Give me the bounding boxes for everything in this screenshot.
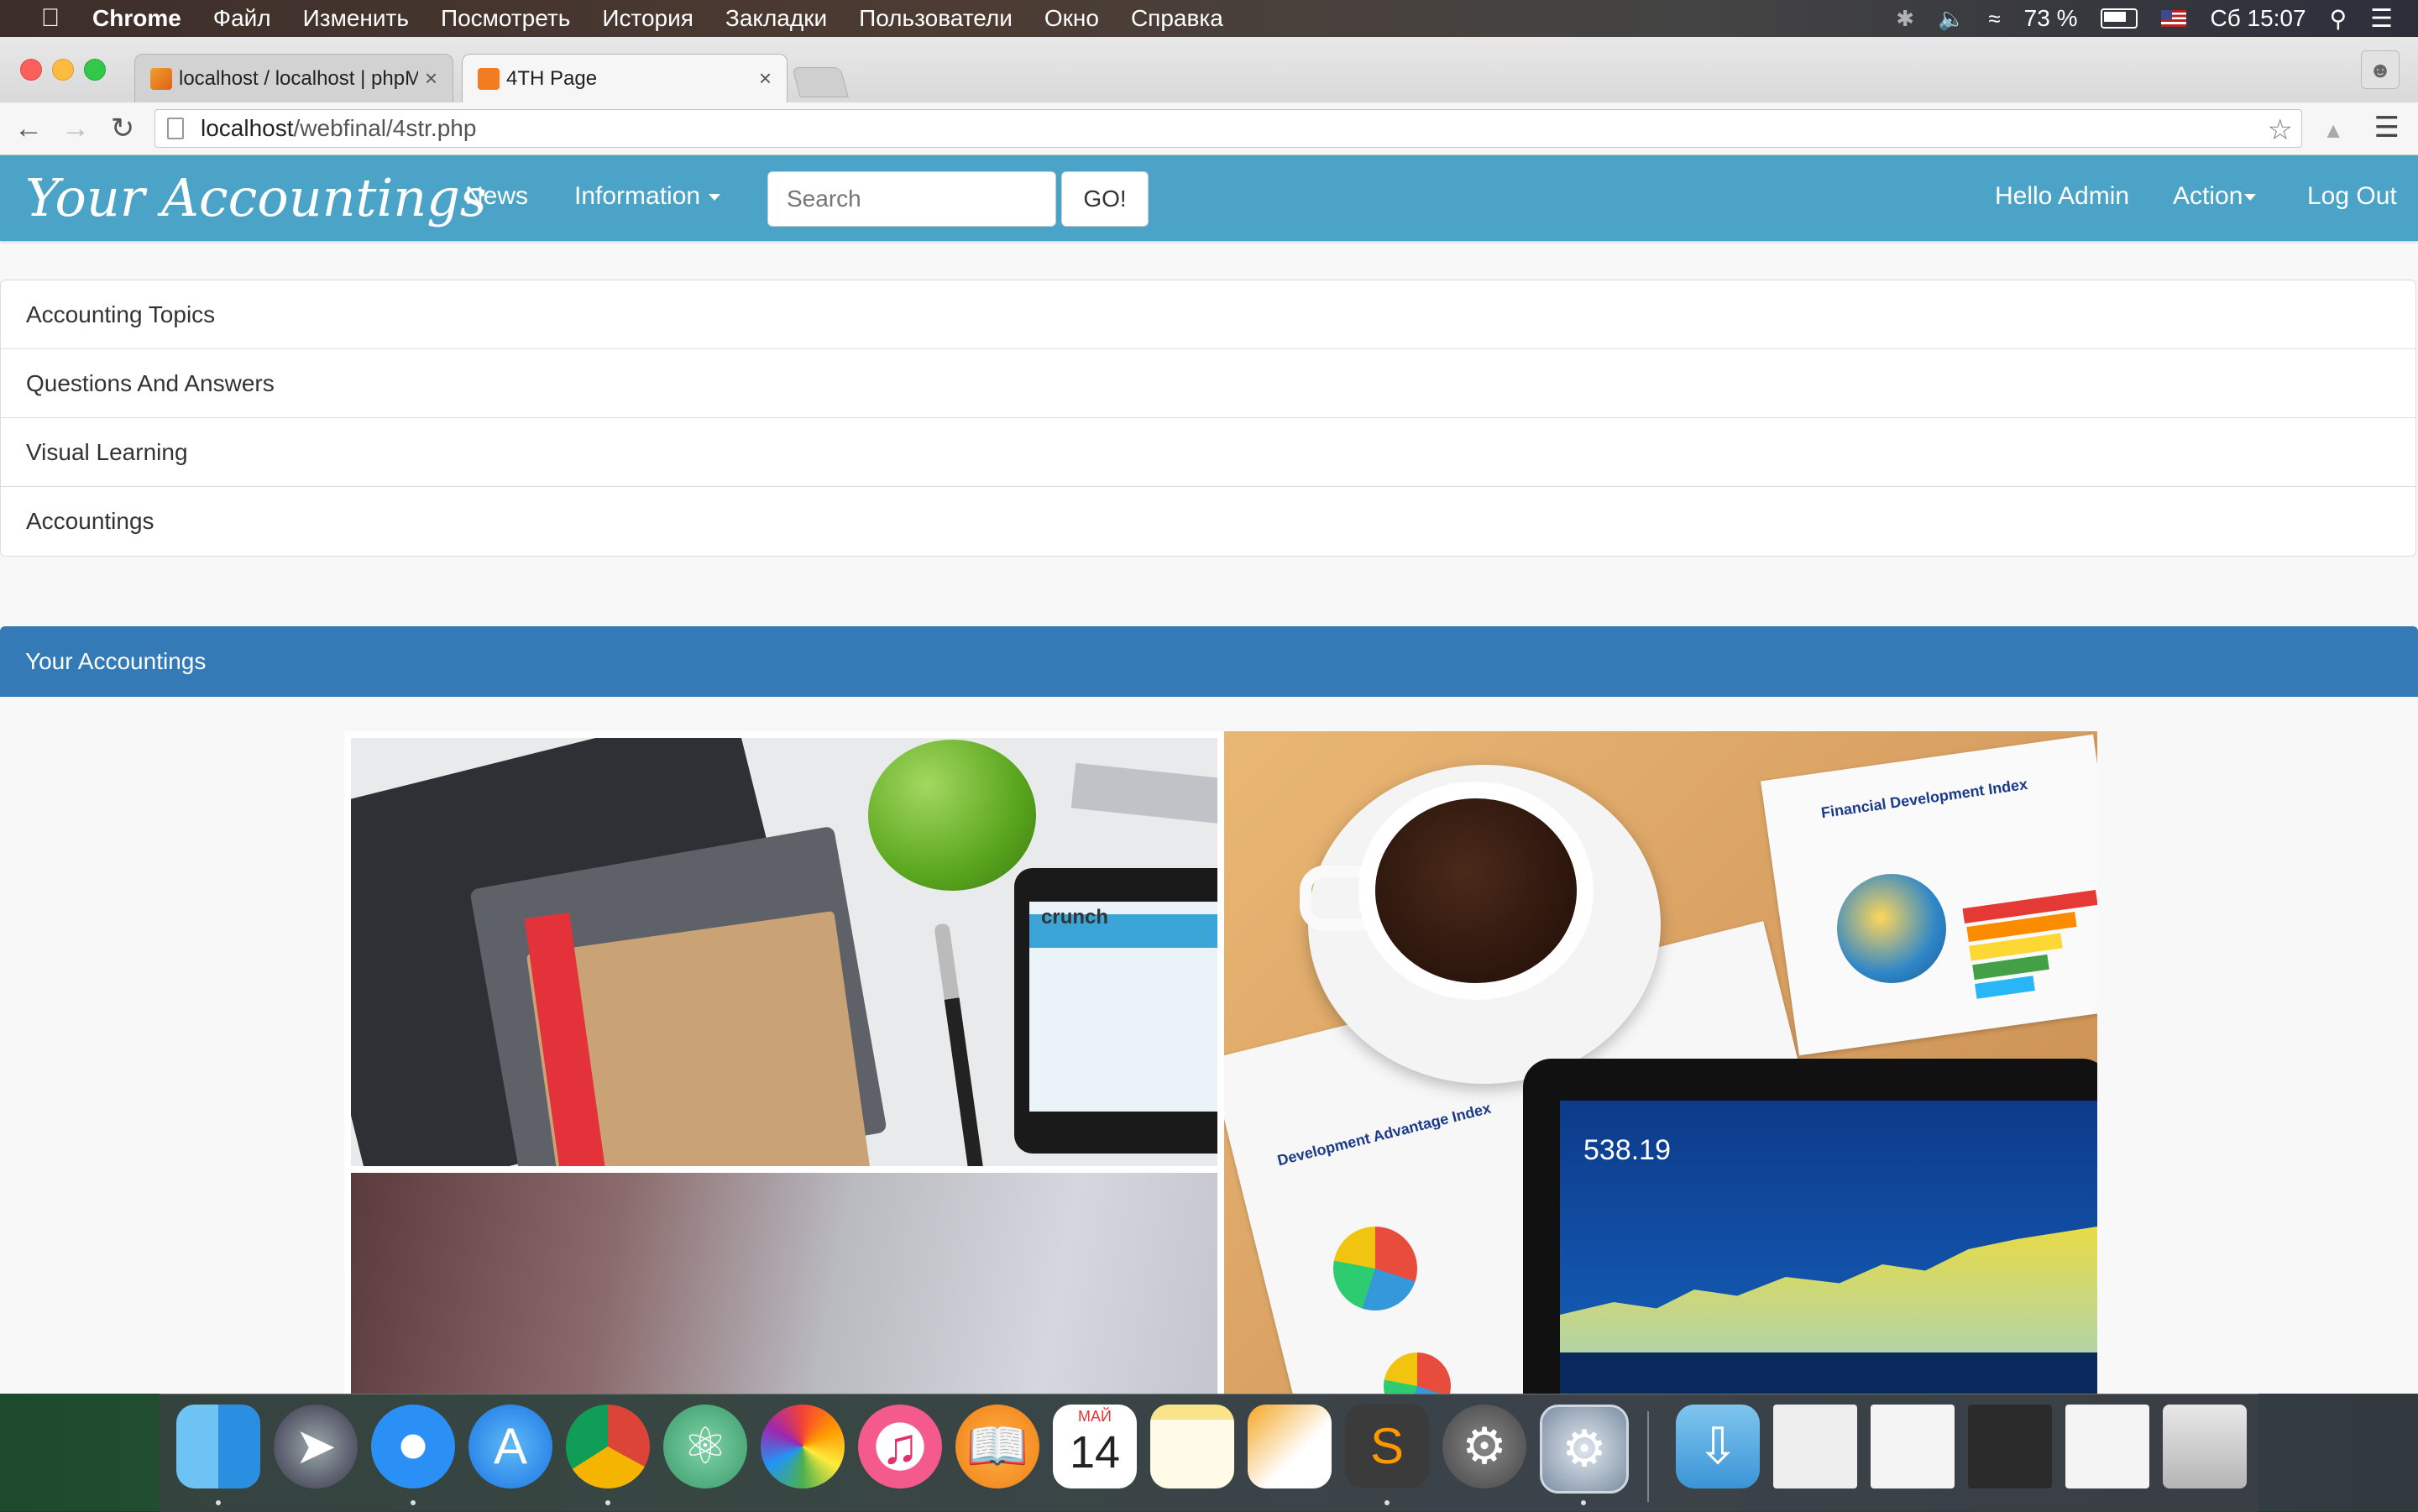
reload-icon[interactable]: ↻ bbox=[104, 112, 141, 145]
input-source-flag-icon[interactable] bbox=[2161, 10, 2187, 27]
volume-icon[interactable]: 🔈 bbox=[1938, 6, 1965, 32]
trash-icon[interactable] bbox=[2163, 1405, 2247, 1488]
notebooks-desk-image: crunch bbox=[351, 738, 1217, 1166]
tab-close-icon[interactable]: × bbox=[425, 65, 437, 92]
tab-title: 4TH Page bbox=[506, 66, 598, 90]
image-collage: crunch Financial Development Index Devel… bbox=[344, 731, 2097, 1394]
page-icon bbox=[167, 118, 184, 139]
panel-heading: Your Accountings bbox=[0, 626, 2418, 697]
list-item-accounting-topics[interactable]: Accounting Topics bbox=[1, 280, 2415, 349]
search-input[interactable] bbox=[767, 171, 1056, 227]
spotlight-search-icon[interactable]: ⚲ bbox=[2330, 5, 2347, 33]
xampp-icon bbox=[478, 67, 500, 90]
nav-news[interactable]: News bbox=[465, 182, 528, 211]
page-viewport: Your Accountings News Information GO! He… bbox=[0, 155, 2418, 1394]
calendar-icon[interactable]: МАЙ 14 bbox=[1053, 1405, 1137, 1488]
tab-strip: localhost / localhost | phpMyAdmin × 4TH… bbox=[0, 37, 2418, 103]
minimize-window-button[interactable] bbox=[52, 59, 74, 81]
tab-title: localhost / localhost | phpMyAdmin bbox=[179, 66, 418, 90]
launchpad-icon[interactable]: ➤ bbox=[274, 1405, 358, 1488]
menu-app-name[interactable]: Chrome bbox=[92, 5, 181, 32]
menubar-clock[interactable]: Сб 15:07 bbox=[2210, 5, 2305, 32]
nav-information-dropdown[interactable]: Information bbox=[574, 182, 721, 211]
app-store-icon[interactable]: A bbox=[468, 1405, 552, 1488]
close-window-button[interactable] bbox=[20, 59, 42, 81]
caret-down-icon bbox=[709, 194, 721, 201]
menu-bookmarks[interactable]: Закладки bbox=[725, 5, 827, 32]
macos-menubar:  Chrome Файл Изменить Посмотреть Истори… bbox=[0, 0, 2418, 37]
minimized-window-thumbnail[interactable] bbox=[1871, 1405, 1955, 1488]
search-go-button[interactable]: GO! bbox=[1061, 171, 1149, 227]
tab-phpmyadmin[interactable]: localhost / localhost | phpMyAdmin × bbox=[134, 54, 453, 102]
new-tab-button[interactable] bbox=[792, 67, 849, 97]
photos-icon[interactable] bbox=[761, 1405, 845, 1488]
coffee-cup bbox=[1375, 798, 1577, 983]
safari-icon[interactable] bbox=[371, 1405, 455, 1488]
chrome-icon[interactable] bbox=[566, 1405, 650, 1488]
caret-down-icon bbox=[2244, 194, 2257, 201]
phpmyadmin-icon bbox=[150, 67, 172, 90]
itunes-icon[interactable]: ♫ bbox=[858, 1405, 942, 1488]
stock-chart-screen: 538.19 bbox=[1560, 1101, 2097, 1394]
menu-help[interactable]: Справка bbox=[1131, 5, 1223, 32]
site-brand[interactable]: Your Accountings bbox=[25, 167, 487, 228]
url-text[interactable]: localhost/webfinal/4str.php bbox=[201, 115, 476, 142]
tablet-brand-text: crunch bbox=[1041, 906, 1109, 929]
browser-toolbar: ← → ↻ localhost/webfinal/4str.php ☆ ▲ ☰ bbox=[0, 102, 2418, 155]
ibooks-icon[interactable]: 📖 bbox=[955, 1405, 1039, 1488]
notification-center-icon[interactable]: ☰ bbox=[2370, 4, 2393, 34]
forward-icon[interactable]: → bbox=[57, 112, 94, 145]
back-icon[interactable]: ← bbox=[10, 112, 47, 145]
pages-icon[interactable] bbox=[1248, 1405, 1332, 1488]
chrome-menu-icon[interactable]: ☰ bbox=[2374, 111, 2400, 144]
laptop-typing-image bbox=[351, 1173, 1217, 1394]
topics-list: Accounting Topics Questions And Answers … bbox=[0, 280, 2416, 557]
bookmark-star-icon[interactable]: ☆ bbox=[2268, 113, 2293, 147]
address-bar[interactable]: localhost/webfinal/4str.php ☆ bbox=[154, 109, 2302, 148]
stock-value: 538.19 bbox=[1583, 1134, 1671, 1166]
list-item-accountings[interactable]: Accountings bbox=[1, 487, 2415, 556]
nav-hello-admin[interactable]: Hello Admin bbox=[1995, 182, 2129, 211]
atom-icon[interactable]: ⚛ bbox=[663, 1405, 747, 1488]
finance-coffee-tablet-image: Financial Development Index Development … bbox=[1224, 731, 2097, 1394]
finder-icon[interactable] bbox=[176, 1405, 260, 1488]
calendar-day: 14 bbox=[1069, 1427, 1121, 1478]
wifi-icon[interactable]: ≈ bbox=[1988, 6, 2000, 32]
menu-people[interactable]: Пользователи bbox=[859, 5, 1013, 32]
browser-window: localhost / localhost | phpMyAdmin × 4TH… bbox=[0, 37, 2418, 1394]
sublime-text-icon[interactable]: S bbox=[1345, 1405, 1429, 1488]
tab-close-icon[interactable]: × bbox=[759, 65, 772, 92]
settings-gear-icon[interactable]: ⚙ bbox=[1540, 1405, 1629, 1494]
bluetooth-icon[interactable]: ✱ bbox=[1896, 6, 1914, 32]
menu-history[interactable]: История bbox=[602, 5, 693, 32]
menu-view[interactable]: Посмотреть bbox=[441, 5, 570, 32]
list-item-questions-answers[interactable]: Questions And Answers bbox=[1, 349, 2415, 418]
minimized-window-thumbnail[interactable] bbox=[2065, 1405, 2149, 1488]
extension-icon[interactable]: ▲ bbox=[2322, 118, 2344, 144]
system-preferences-icon[interactable]: ⚙ bbox=[1442, 1405, 1526, 1488]
site-navbar: Your Accountings News Information GO! He… bbox=[0, 155, 2418, 241]
menu-file[interactable]: Файл bbox=[213, 5, 271, 32]
battery-icon[interactable] bbox=[2101, 8, 2138, 29]
menu-edit[interactable]: Изменить bbox=[303, 5, 409, 32]
minimized-window-thumbnail[interactable] bbox=[1968, 1405, 2052, 1488]
nav-action-dropdown[interactable]: Action bbox=[2173, 182, 2257, 211]
zoom-window-button[interactable] bbox=[84, 59, 106, 81]
macos-dock: ➤ A ⚛ ♫ 📖 МАЙ 14 S ⚙ ⚙ ⇩ bbox=[160, 1394, 2258, 1512]
calendar-month: МАЙ bbox=[1078, 1408, 1112, 1425]
apple-fruit bbox=[868, 740, 1036, 891]
profile-icon[interactable]: ☻ bbox=[2361, 50, 2400, 89]
notes-icon[interactable] bbox=[1150, 1405, 1234, 1488]
tab-4th-page[interactable]: 4TH Page × bbox=[462, 54, 788, 102]
apple-icon[interactable]:  bbox=[34, 4, 67, 33]
minimized-window-thumbnail[interactable] bbox=[1773, 1405, 1857, 1488]
downloads-folder-icon[interactable]: ⇩ bbox=[1676, 1405, 1760, 1488]
dock-separator bbox=[1647, 1411, 1649, 1502]
battery-percent[interactable]: 73 % bbox=[2024, 5, 2078, 32]
menu-window[interactable]: Окно bbox=[1044, 5, 1099, 32]
list-item-visual-learning[interactable]: Visual Learning bbox=[1, 418, 2415, 487]
nav-logout[interactable]: Log Out bbox=[2307, 182, 2397, 211]
